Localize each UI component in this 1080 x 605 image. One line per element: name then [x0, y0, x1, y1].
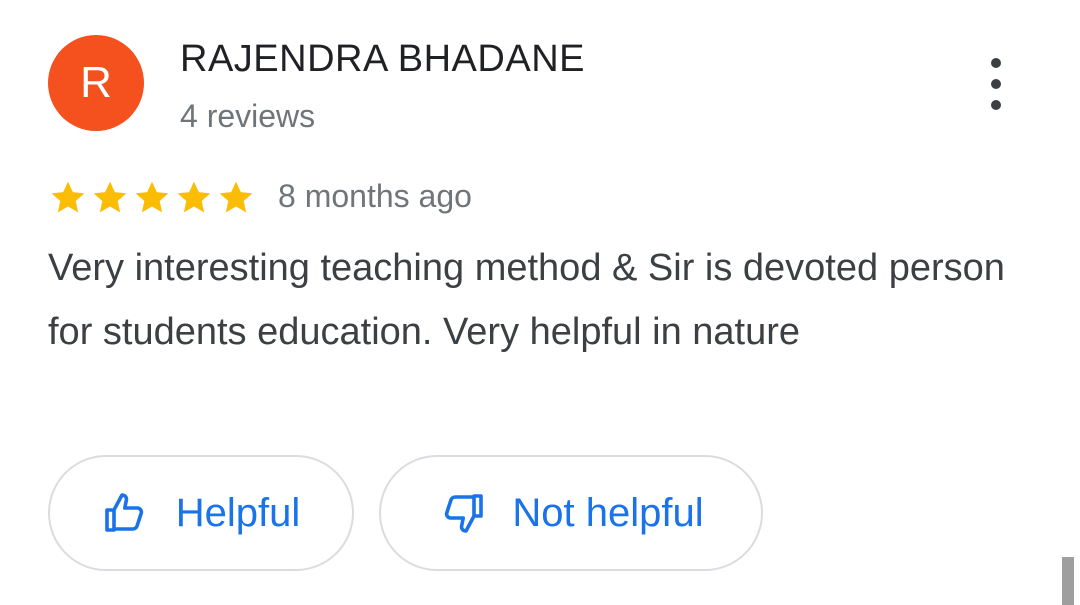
- thumb-down-icon: [438, 489, 486, 537]
- star-icon: [216, 178, 256, 218]
- star-icon: [90, 178, 130, 218]
- author-name[interactable]: RAJENDRA BHADANE: [180, 38, 585, 81]
- more-vert-icon: [991, 58, 1001, 68]
- avatar[interactable]: R: [48, 35, 144, 131]
- helpful-label: Helpful: [175, 490, 301, 535]
- star-icon: [132, 178, 172, 218]
- star-rating: [48, 178, 256, 218]
- star-icon: [48, 178, 88, 218]
- review-text: Very interesting teaching method & Sir i…: [48, 247, 1005, 353]
- more-vert-icon-dot: [991, 79, 1001, 89]
- avatar-letter: R: [80, 58, 112, 107]
- author-review-count[interactable]: 4 reviews: [180, 98, 315, 135]
- not-helpful-button[interactable]: Not helpful: [379, 455, 763, 571]
- star-icon: [174, 178, 214, 218]
- thumb-up-icon: [102, 489, 150, 537]
- review-card: R RAJENDRA BHADANE 4 reviews 8 months ag…: [0, 0, 1080, 605]
- not-helpful-label: Not helpful: [512, 490, 704, 535]
- helpful-button[interactable]: Helpful: [48, 455, 354, 571]
- scrollbar[interactable]: [1062, 557, 1074, 605]
- more-options-button[interactable]: [976, 58, 1016, 110]
- more-vert-icon-dot: [991, 100, 1001, 110]
- review-date: 8 months ago: [278, 178, 472, 214]
